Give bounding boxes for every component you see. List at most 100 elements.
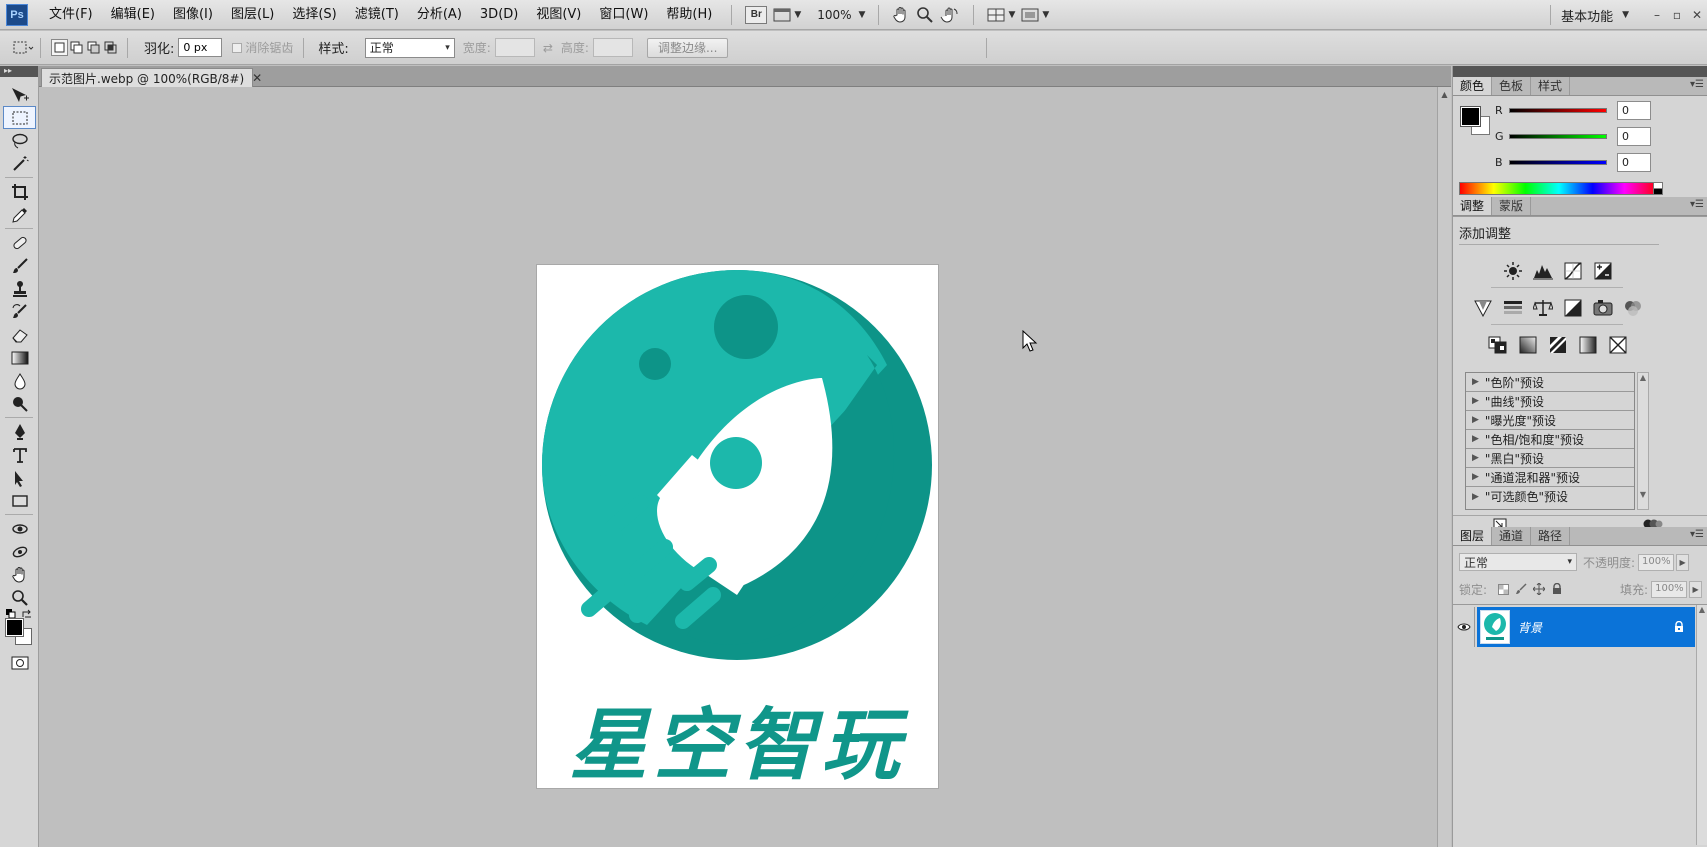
invert-button[interactable] [1487, 334, 1509, 356]
view-extras-button[interactable]: ▼ [773, 5, 801, 25]
preset-levels[interactable]: ▶ "色阶"预设 [1466, 373, 1634, 392]
panel-menu-icon[interactable]: ▾☰ [1690, 199, 1704, 210]
tab-masks[interactable]: 蒙版 [1492, 197, 1532, 215]
rotate-view-button[interactable] [940, 5, 960, 25]
layer-visibility-toggle[interactable] [1453, 607, 1475, 647]
rectangle-tool[interactable] [3, 489, 36, 512]
fill-input[interactable]: 100% [1651, 580, 1688, 598]
green-value-input[interactable]: 0 [1617, 126, 1651, 146]
refine-edge-button[interactable]: 调整边缘... [646, 37, 729, 58]
brush-tool[interactable] [3, 254, 36, 277]
gradient-map-button[interactable] [1577, 334, 1599, 356]
workspace-switcher[interactable]: 基本功能 [1561, 6, 1613, 25]
menu-help[interactable]: 帮助(H) [657, 0, 721, 30]
panel-menu-icon[interactable]: ▾☰ [1690, 529, 1704, 540]
black-white-button[interactable] [1562, 297, 1584, 319]
gradient-tool[interactable] [3, 346, 36, 369]
threshold-button[interactable] [1547, 334, 1569, 356]
posterize-button[interactable] [1517, 334, 1539, 356]
menu-file[interactable]: 文件(F) [40, 0, 102, 30]
swap-colors-icon[interactable] [22, 609, 34, 619]
preset-exposure[interactable]: ▶ "曝光度"预设 [1466, 411, 1634, 430]
minimize-button[interactable]: – [1647, 8, 1667, 22]
tab-layers[interactable]: 图层 [1453, 527, 1493, 545]
selective-color-button[interactable] [1607, 334, 1629, 356]
lock-transparent-button[interactable] [1496, 582, 1510, 596]
menu-image[interactable]: 图像(I) [164, 0, 222, 30]
preset-curves[interactable]: ▶ "曲线"预设 [1466, 392, 1634, 411]
panel-menu-icon[interactable]: ▾☰ [1690, 79, 1704, 90]
lock-position-button[interactable] [1532, 582, 1546, 596]
add-selection-button[interactable] [68, 39, 85, 56]
foreground-color-swatch[interactable] [1460, 106, 1481, 127]
red-slider[interactable] [1509, 107, 1607, 113]
red-value-input[interactable]: 0 [1617, 100, 1651, 120]
path-selection-tool[interactable] [3, 466, 36, 489]
swap-dimensions-icon[interactable]: ⇄ [543, 41, 553, 55]
blur-tool[interactable] [3, 369, 36, 392]
antialias-checkbox[interactable] [232, 42, 243, 53]
hand-tool-button[interactable] [892, 5, 910, 25]
rectangular-marquee-tool[interactable] [3, 106, 36, 129]
tab-styles[interactable]: 样式 [1531, 77, 1571, 95]
menu-view[interactable]: 视图(V) [527, 0, 590, 30]
menu-window[interactable]: 窗口(W) [590, 0, 657, 30]
toolbox-collapse-icon[interactable]: ▸▸ [0, 66, 38, 77]
clone-stamp-tool[interactable] [3, 277, 36, 300]
tab-adjustments[interactable]: 调整 [1453, 197, 1493, 215]
lock-image-button[interactable] [1514, 582, 1528, 596]
healing-brush-tool[interactable] [3, 231, 36, 254]
menu-edit[interactable]: 编辑(E) [102, 0, 164, 30]
height-input[interactable] [592, 38, 633, 57]
move-tool[interactable] [3, 83, 36, 106]
bridge-button[interactable]: Br [745, 5, 768, 25]
layers-scrollbar[interactable]: ▲ [1696, 605, 1707, 845]
levels-button[interactable] [1532, 260, 1554, 282]
black-white-picker[interactable] [1653, 182, 1663, 195]
quick-mask-button[interactable] [3, 651, 36, 674]
style-select[interactable]: 正常 ▾ [364, 37, 455, 58]
feather-input[interactable] [178, 38, 223, 57]
blue-value-input[interactable]: 0 [1617, 152, 1651, 172]
arrange-documents-button[interactable]: ▼ [987, 5, 1015, 25]
scroll-up-icon[interactable]: ▲ [1438, 90, 1451, 99]
color-balance-button[interactable] [1532, 297, 1554, 319]
crop-tool[interactable] [3, 180, 36, 203]
eyedropper-tool[interactable] [3, 203, 36, 226]
3d-rotate-tool[interactable] [3, 517, 36, 540]
blend-mode-select[interactable]: 正常 ▾ [1459, 553, 1577, 571]
3d-orbit-tool[interactable] [3, 540, 36, 563]
zoom-level-dropdown[interactable]: 100% ▼ [807, 5, 865, 25]
opacity-slider-button[interactable]: ▶ [1676, 553, 1690, 571]
default-colors-icon[interactable] [6, 609, 16, 619]
width-input[interactable] [494, 38, 535, 57]
channel-mixer-button[interactable] [1622, 297, 1644, 319]
blue-slider[interactable] [1509, 159, 1607, 165]
magic-wand-tool[interactable] [3, 152, 36, 175]
new-selection-button[interactable] [51, 39, 68, 56]
layer-row-background[interactable]: 背景 [1477, 607, 1695, 647]
opacity-input[interactable]: 100% [1638, 553, 1675, 571]
preset-channel-mixer[interactable]: ▶ "通道混和器"预设 [1466, 468, 1634, 487]
curves-button[interactable] [1562, 260, 1584, 282]
pen-tool[interactable] [3, 420, 36, 443]
green-slider[interactable] [1509, 133, 1607, 139]
eraser-tool[interactable] [3, 323, 36, 346]
hue-saturation-button[interactable] [1502, 297, 1524, 319]
scroll-up-icon[interactable]: ▲ [1638, 373, 1648, 382]
vibrance-button[interactable] [1472, 297, 1494, 319]
panel-collapse-bar[interactable] [1453, 66, 1707, 77]
scroll-down-icon[interactable]: ▼ [1638, 490, 1648, 499]
menu-layer[interactable]: 图层(L) [222, 0, 283, 30]
intersect-selection-button[interactable] [102, 39, 119, 56]
photo-filter-button[interactable] [1592, 297, 1614, 319]
presets-scrollbar[interactable]: ▲ ▼ [1637, 372, 1649, 510]
tab-channels[interactable]: 通道 [1492, 527, 1532, 545]
scroll-up-icon[interactable]: ▲ [1697, 605, 1707, 614]
preset-hue-saturation[interactable]: ▶ "色相/饱和度"预设 [1466, 430, 1634, 449]
type-tool[interactable] [3, 443, 36, 466]
preset-selective-color[interactable]: ▶ "可选颜色"预设 [1466, 487, 1634, 506]
history-brush-tool[interactable] [3, 300, 36, 323]
close-icon[interactable]: ✕ [252, 71, 262, 85]
tab-paths[interactable]: 路径 [1531, 527, 1571, 545]
